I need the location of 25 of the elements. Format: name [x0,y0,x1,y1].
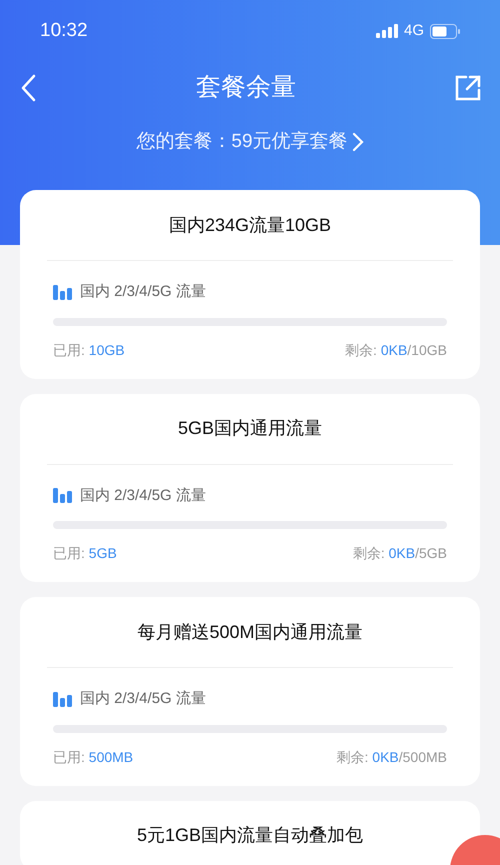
chevron-right-icon [352,132,364,152]
bar-chart-icon [53,488,73,504]
battery-icon [430,24,460,38]
card-title: 5元1GB国内流量自动叠加包 [136,824,364,847]
usage-label: 国内 2/3/4/5G 流量 [80,486,206,506]
bar-chart-icon [53,692,73,707]
card-title: 每月赠送500M国内通用流量 [137,620,363,644]
status-time: 10:32 [40,18,88,43]
share-icon [454,74,482,102]
bar-chart-icon [53,284,73,300]
card-title: 国内234G流量10GB [168,214,332,236]
remaining-amount: 剩余: 0KB/5GB [352,544,447,563]
signal-icon [376,24,398,38]
plan-link[interactable]: 您的套餐：59元优享套餐 [136,128,364,156]
used-amount: 已用: 5GB [53,544,117,563]
remaining-amount: 剩余: 0KB/500MB [336,748,447,766]
usage-label: 国内 2/3/4/5G 流量 [80,282,206,302]
used-amount: 已用: 500MB [53,748,134,766]
back-icon [20,74,36,102]
page-title: 套餐余量 [196,72,296,104]
card-title: 5GB国内通用流量 [178,417,322,440]
remaining-amount: 剩余: 0KB/10GB [345,340,447,360]
usage-label: 国内 2/3/4/5G 流量 [80,689,206,709]
network-type: 4G [404,20,424,41]
used-amount: 已用: 10GB [53,340,125,360]
